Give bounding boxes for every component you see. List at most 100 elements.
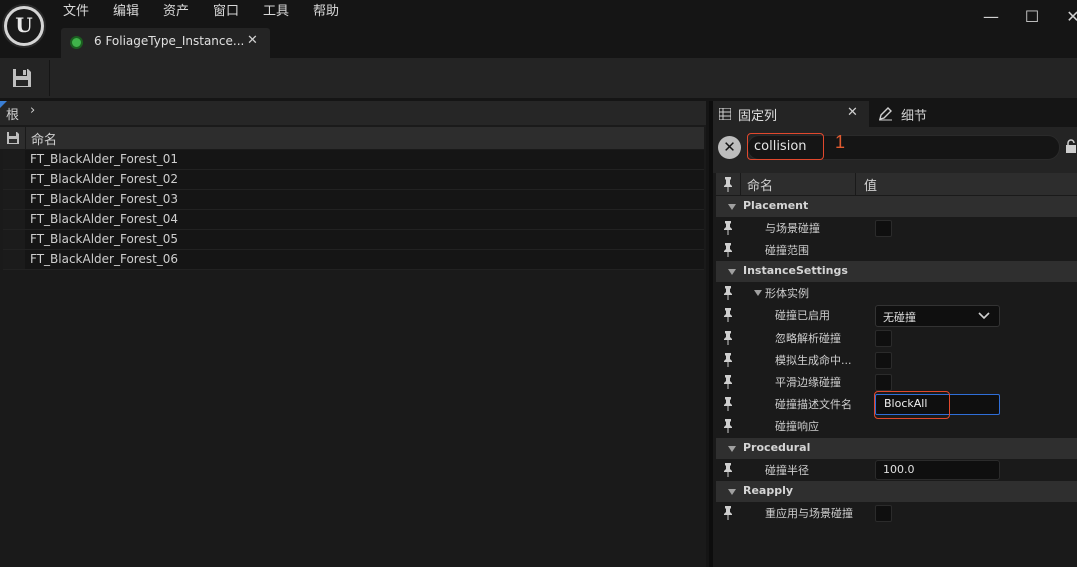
category-instance-settings[interactable]: InstanceSettings: [716, 261, 1077, 282]
tab-details[interactable]: 细节: [901, 105, 927, 124]
list-item-label: FT_BlackAlder_Forest_03: [30, 192, 179, 206]
menu-window[interactable]: 窗口: [213, 3, 239, 21]
property-row: 模拟生成命中...: [716, 349, 1077, 371]
header-divider: [740, 173, 741, 195]
close-window-button[interactable]: ✕: [1063, 8, 1077, 26]
pin-icon[interactable]: [723, 506, 733, 520]
pin-icon[interactable]: [723, 243, 733, 257]
property-row[interactable]: 形体实例: [716, 282, 1077, 304]
list-item[interactable]: FT_BlackAlder_Forest_06: [3, 250, 704, 270]
save-column-icon: [7, 132, 19, 144]
unreal-logo-icon[interactable]: U: [2, 4, 46, 48]
breadcrumb: 根 ›: [0, 101, 706, 125]
checkbox[interactable]: [875, 374, 892, 391]
property-label: 碰撞响应: [775, 420, 819, 433]
panel-tabs: 固定列 ✕ 细节: [713, 101, 1077, 127]
maximize-button[interactable]: ☐: [1022, 8, 1042, 26]
list-item[interactable]: FT_BlackAlder_Forest_05: [3, 230, 704, 250]
property-row: 碰撞范围: [716, 239, 1077, 261]
row-selector[interactable]: [3, 230, 25, 249]
category-label: InstanceSettings: [743, 264, 848, 277]
property-label: 碰撞半径: [765, 464, 809, 477]
expand-arrow-icon[interactable]: [754, 290, 762, 296]
asset-tab[interactable]: 6 FoliageType_Instance... ✕: [61, 28, 270, 58]
pin-icon: [724, 177, 732, 192]
property-row: 碰撞半径 100.0: [716, 459, 1077, 481]
tab-title: 6 FoliageType_Instance...: [94, 34, 245, 48]
property-label: 模拟生成命中...: [775, 354, 852, 367]
list-item[interactable]: FT_BlackAlder_Forest_03: [3, 190, 704, 210]
row-selector[interactable]: [3, 190, 25, 209]
clear-search-button[interactable]: ✕: [718, 136, 741, 159]
property-label: 平滑边缘碰撞: [775, 376, 841, 389]
menu-tools[interactable]: 工具: [263, 3, 289, 21]
checkbox[interactable]: [875, 352, 892, 369]
menu-asset[interactable]: 资产: [163, 3, 189, 21]
tab-pinned-columns[interactable]: 固定列 ✕: [713, 101, 869, 127]
dropdown-value: 无碰撞: [883, 311, 916, 324]
property-label: 碰撞范围: [765, 244, 809, 257]
property-label: 与场景碰撞: [765, 222, 820, 235]
menu-file[interactable]: 文件: [63, 3, 89, 21]
property-header: 命名 值: [716, 173, 1077, 195]
list-item-label: FT_BlackAlder_Forest_06: [30, 252, 179, 266]
row-selector[interactable]: [3, 170, 25, 189]
checkbox[interactable]: [875, 220, 892, 237]
breadcrumb-root[interactable]: 根: [6, 104, 19, 123]
menu-edit[interactable]: 编辑: [113, 3, 139, 21]
expand-arrow-icon: [728, 446, 736, 452]
list-item-label: FT_BlackAlder_Forest_05: [30, 232, 179, 246]
tab-close-icon[interactable]: ✕: [247, 33, 258, 48]
category-reapply[interactable]: Reapply: [716, 481, 1077, 502]
name-column-header[interactable]: 命名: [31, 129, 57, 148]
breadcrumb-chevron-icon[interactable]: ›: [30, 103, 35, 118]
property-label: 重应用与场景碰撞: [765, 507, 853, 520]
pin-icon[interactable]: [723, 221, 733, 235]
foliage-type-icon: [70, 36, 83, 49]
row-selector[interactable]: [3, 210, 25, 229]
pin-icon[interactable]: [723, 308, 733, 322]
list-item[interactable]: FT_BlackAlder_Forest_04: [3, 210, 704, 230]
pin-icon[interactable]: [723, 463, 733, 477]
pin-icon[interactable]: [723, 353, 733, 367]
annotation-box-profile: [874, 391, 950, 419]
table-icon: [719, 108, 731, 120]
tab-close-icon[interactable]: ✕: [847, 105, 858, 120]
row-selector[interactable]: [3, 150, 25, 169]
pin-icon[interactable]: [723, 331, 733, 345]
list-item[interactable]: FT_BlackAlder_Forest_01: [3, 150, 704, 170]
pencil-icon[interactable]: [878, 106, 893, 121]
save-icon[interactable]: [10, 66, 34, 90]
property-label: 忽略解析碰撞: [775, 332, 841, 345]
category-label: Procedural: [743, 441, 811, 454]
list-item[interactable]: FT_BlackAlder_Forest_02: [3, 170, 704, 190]
pin-icon[interactable]: [723, 375, 733, 389]
property-row: 与场景碰撞: [716, 217, 1077, 239]
category-procedural[interactable]: Procedural: [716, 438, 1077, 459]
instance-list-panel: 根 › 命名 FT_BlackAlder_Forest_01 FT_BlackA…: [0, 101, 706, 567]
annotation-box-search: [747, 133, 824, 160]
name-column-header[interactable]: 命名: [747, 175, 773, 194]
pin-icon[interactable]: [723, 419, 733, 433]
collision-enabled-dropdown[interactable]: 无碰撞: [875, 305, 1000, 327]
value-column-header[interactable]: 值: [864, 175, 877, 194]
tab-pinned-label: 固定列: [738, 109, 778, 124]
list-header: 命名: [0, 127, 704, 149]
category-placement[interactable]: Placement: [716, 196, 1077, 217]
category-label: Placement: [743, 199, 809, 212]
checkbox[interactable]: [875, 505, 892, 522]
property-row: 平滑边缘碰撞: [716, 371, 1077, 393]
minimize-button[interactable]: —: [981, 8, 1001, 26]
property-label: 碰撞已启用: [775, 309, 830, 322]
expand-arrow-icon: [728, 489, 736, 495]
row-selector[interactable]: [3, 250, 25, 269]
collision-radius-input[interactable]: 100.0: [875, 460, 1000, 480]
pin-icon[interactable]: [723, 397, 733, 411]
pin-icon[interactable]: [723, 286, 733, 300]
toolbar: [0, 58, 1077, 98]
menu-help[interactable]: 帮助: [313, 3, 339, 21]
checkbox[interactable]: [875, 330, 892, 347]
lock-icon[interactable]: [1065, 139, 1077, 153]
details-panel: 固定列 ✕ 细节 ✕ collision 1 命名 值 Placement 与场…: [713, 101, 1077, 567]
toolbar-divider: [49, 60, 50, 96]
